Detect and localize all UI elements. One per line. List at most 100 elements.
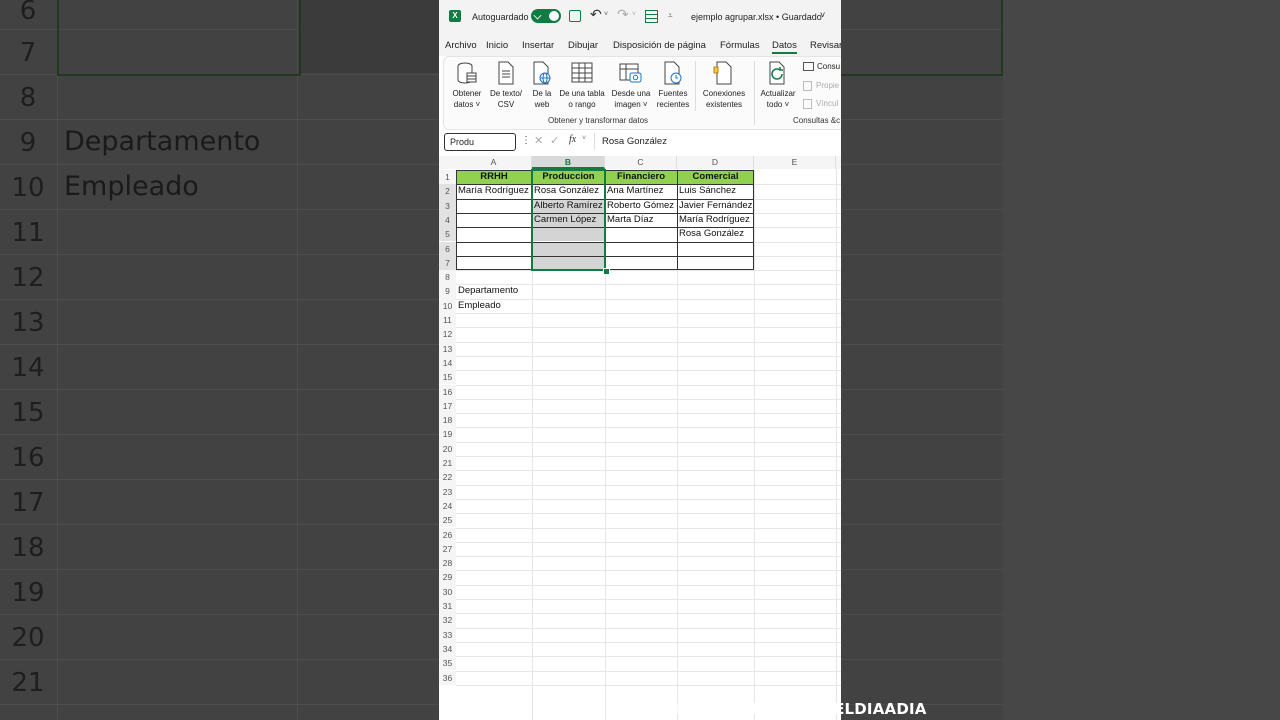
column-header-c[interactable]: C [605, 156, 677, 169]
cell[interactable] [532, 255, 605, 271]
undo-icon[interactable]: ↶ [590, 6, 602, 23]
actualizar-todo-button[interactable]: Actualizar todo ˅ [758, 61, 798, 110]
cell[interactable]: Marta Díaz [605, 213, 677, 227]
row-header[interactable]: 29 [439, 570, 456, 585]
cell[interactable] [532, 227, 605, 242]
table-icon[interactable] [645, 10, 658, 23]
column-header-e[interactable]: E [754, 156, 836, 169]
column-header-a[interactable]: A [456, 156, 532, 169]
select-all-corner[interactable] [439, 156, 456, 169]
conexiones-existentes-button[interactable]: Conexiones existentes [699, 61, 749, 110]
row-header[interactable]: 15 [439, 370, 456, 385]
cell[interactable]: Empleado [456, 299, 536, 313]
propiedades-button[interactable]: Propie [803, 81, 839, 91]
row-header[interactable]: 30 [439, 584, 456, 599]
cell[interactable]: Carmen López [532, 212, 605, 228]
row-header[interactable]: 2 [439, 184, 456, 199]
worksheet-grid[interactable]: ABCDEF1234567891011121314151617181920212… [439, 156, 841, 720]
formula-input[interactable]: Rosa González [602, 136, 667, 147]
row-header[interactable]: 19 [439, 427, 456, 442]
row-header[interactable]: 4 [439, 212, 456, 228]
autosave-toggle[interactable] [531, 9, 561, 23]
row-header[interactable]: 18 [439, 413, 456, 428]
row-header[interactable]: 21 [439, 456, 456, 471]
tab-revisar[interactable]: Revisar [810, 40, 841, 51]
cell[interactable] [677, 242, 754, 256]
column-header-b[interactable]: B [532, 156, 605, 169]
tab-archivo[interactable]: Archivo [445, 40, 477, 51]
cell[interactable]: María Rodríguez [677, 213, 754, 227]
row-header[interactable]: 3 [439, 198, 456, 213]
row-header[interactable]: 26 [439, 527, 456, 542]
cell[interactable] [456, 256, 532, 270]
row-header[interactable]: 8 [439, 270, 456, 285]
cell[interactable]: Roberto Gómez [605, 199, 677, 213]
cell[interactable]: Rosa González [532, 184, 605, 198]
de-texto-csv-button[interactable]: De texto/ CSV [488, 61, 524, 110]
insert-function-icon[interactable]: fx [569, 134, 576, 145]
desde-imagen-button[interactable]: Desde una imagen ˅ [610, 61, 652, 110]
cell[interactable]: Javier Fernández [677, 199, 754, 213]
cancel-icon[interactable]: ✕ [534, 134, 543, 147]
cell[interactable] [456, 213, 532, 227]
cell[interactable]: Departamento [456, 284, 536, 298]
column-header-f[interactable]: F [836, 156, 841, 169]
row-header[interactable]: 31 [439, 599, 456, 614]
cell[interactable]: Rosa González [677, 227, 754, 241]
de-la-web-button[interactable]: De la web [530, 61, 554, 110]
row-header[interactable]: 14 [439, 355, 456, 371]
row-header[interactable]: 6 [439, 241, 456, 256]
row-header[interactable]: 1 [439, 170, 456, 185]
tab-formulas[interactable]: Fórmulas [720, 40, 760, 51]
customize-toolbar-icon[interactable]: ⩡ [668, 11, 673, 21]
row-header[interactable]: 12 [439, 327, 456, 342]
redo-dropdown-icon[interactable]: ˅ [632, 11, 636, 18]
row-header[interactable]: 33 [439, 627, 456, 642]
row-header[interactable]: 17 [439, 398, 456, 414]
table-header-cell[interactable]: Comercial [677, 170, 754, 185]
cell[interactable] [532, 241, 605, 256]
cell[interactable] [605, 242, 677, 256]
enter-icon[interactable]: ✓ [550, 134, 559, 147]
table-header-cell[interactable]: RRHH [456, 170, 532, 185]
tab-dibujar[interactable]: Dibujar [568, 40, 598, 51]
column-header-d[interactable]: D [677, 156, 754, 169]
row-header[interactable]: 5 [439, 227, 456, 242]
row-header[interactable]: 16 [439, 384, 456, 399]
row-header[interactable]: 20 [439, 441, 456, 456]
file-title[interactable]: ejemplo agrupar.xlsx • Guardado [691, 12, 822, 22]
cell[interactable] [456, 227, 532, 241]
row-header[interactable]: 27 [439, 541, 456, 557]
tab-datos[interactable]: Datos [772, 40, 797, 51]
obtener-datos-button[interactable]: Obtener datos ˅ [450, 61, 484, 110]
cell[interactable] [456, 199, 532, 213]
tab-insertar[interactable]: Insertar [522, 40, 554, 51]
formula-expand-icon[interactable]: ˅ [582, 135, 586, 142]
table-header-cell[interactable]: Financiero [605, 170, 677, 185]
fill-handle[interactable] [603, 268, 610, 276]
name-box[interactable]: Produ [444, 133, 516, 151]
cell[interactable] [605, 256, 677, 270]
row-header[interactable]: 22 [439, 470, 456, 485]
row-header[interactable]: 32 [439, 613, 456, 628]
row-header[interactable]: 11 [439, 313, 456, 328]
cell[interactable]: Alberto Ramírez [532, 198, 605, 213]
tab-disposicion[interactable]: Disposición de página [613, 40, 706, 51]
cell[interactable]: Luis Sánchez [677, 184, 754, 198]
cell[interactable] [605, 227, 677, 241]
cell[interactable]: Ana Martínez [605, 184, 677, 198]
de-una-tabla-button[interactable]: De una tabla o rango [558, 61, 606, 110]
row-header[interactable]: 36 [439, 670, 456, 685]
row-header[interactable]: 28 [439, 556, 456, 571]
row-header[interactable]: 7 [439, 255, 456, 271]
fuentes-recientes-button[interactable]: Fuentes recientes [655, 61, 691, 110]
row-header[interactable]: 9 [439, 284, 456, 299]
more-options-icon[interactable]: ⋮ [521, 135, 531, 146]
cell[interactable] [456, 242, 532, 256]
save-icon[interactable] [569, 10, 581, 22]
undo-dropdown-icon[interactable]: ˅ [604, 11, 608, 18]
row-header[interactable]: 34 [439, 641, 456, 657]
name-box-input[interactable]: Produ [450, 137, 474, 147]
redo-icon[interactable]: ↷ [617, 6, 629, 23]
row-header[interactable]: 25 [439, 513, 456, 528]
